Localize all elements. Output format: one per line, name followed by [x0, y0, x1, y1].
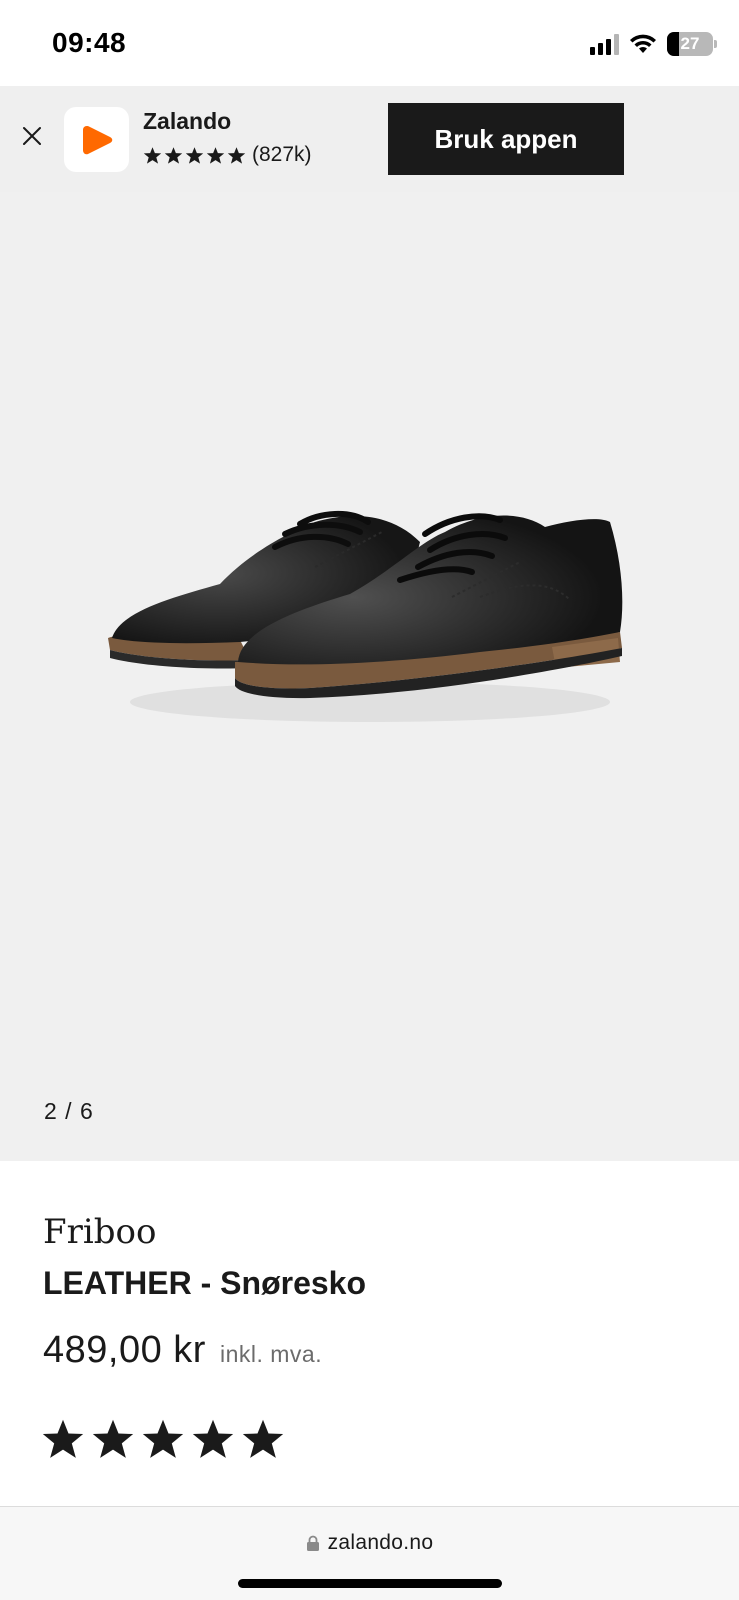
app-rating-count: (827k) — [252, 143, 312, 166]
product-photo-shoes[interactable] — [100, 472, 640, 742]
product-price: 489,00 kr — [43, 1329, 206, 1371]
wifi-icon — [630, 34, 656, 53]
browser-address-bar[interactable]: zalando.no — [0, 1506, 739, 1600]
status-bar: 09:48 27 — [0, 0, 739, 86]
star-icon — [185, 146, 204, 164]
open-app-button[interactable]: Bruk appen — [388, 103, 624, 175]
zalando-app-icon — [64, 107, 129, 172]
close-icon[interactable] — [20, 124, 44, 148]
battery-body: 27 — [667, 32, 713, 56]
url-text[interactable]: zalando.no — [328, 1531, 434, 1555]
product-image-gallery[interactable]: 2 / 6 — [0, 192, 739, 1161]
star-icon — [192, 1419, 234, 1458]
vat-note: inkl. mva. — [219, 1341, 323, 1367]
home-indicator[interactable] — [238, 1579, 502, 1588]
battery-nub — [714, 40, 717, 48]
status-time: 09:48 — [52, 27, 127, 58]
star-icon — [164, 146, 183, 164]
product-title: LEATHER - Snøresko — [43, 1265, 366, 1301]
url-row[interactable]: zalando.no — [0, 1531, 739, 1555]
price-row: 489,00 kr inkl. mva. — [43, 1329, 322, 1372]
brand-name[interactable]: Friboo — [43, 1212, 156, 1252]
battery-level: 27 — [680, 34, 700, 53]
star-icon — [143, 146, 162, 164]
status-icons: 27 — [590, 30, 717, 58]
star-icon — [227, 146, 246, 164]
battery-icon: 27 — [667, 32, 717, 56]
zalando-logo-icon — [82, 125, 112, 154]
cellular-signal-icon — [590, 33, 619, 55]
app-rating-stars — [143, 146, 246, 165]
star-icon — [206, 146, 225, 164]
star-icon — [42, 1419, 84, 1458]
app-rating: (827k) — [143, 143, 312, 167]
star-icon — [242, 1419, 284, 1458]
image-counter: 2 / 6 — [44, 1098, 94, 1124]
product-info: Friboo LEATHER - Snøresko 489,00 kr inkl… — [0, 1161, 739, 1506]
lock-icon — [306, 1535, 319, 1551]
star-icon — [92, 1419, 134, 1458]
star-icon — [142, 1419, 184, 1458]
app-install-banner: Zalando (827k) Bruk appen — [0, 86, 739, 192]
product-rating-stars[interactable] — [41, 1417, 285, 1461]
app-name: Zalando — [143, 108, 232, 134]
